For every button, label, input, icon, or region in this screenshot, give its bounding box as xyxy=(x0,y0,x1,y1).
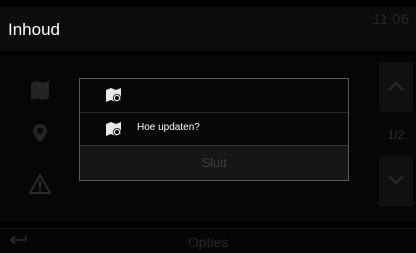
chevron-down-icon xyxy=(388,175,404,185)
footer-bar: Opties xyxy=(0,228,416,253)
chevron-up-icon xyxy=(388,81,404,91)
page-title: Inhoud xyxy=(8,20,60,39)
page-indicator: 1/2 xyxy=(387,128,405,142)
pin-icon[interactable] xyxy=(27,120,53,146)
scroll-column: 1/2 xyxy=(379,62,413,206)
dialog-item-update[interactable] xyxy=(80,79,348,112)
map-icon[interactable] xyxy=(27,77,53,103)
map-update-icon xyxy=(106,88,121,102)
divider xyxy=(0,228,416,229)
dialog-item-label: Hoe updaten? xyxy=(137,122,200,133)
header-bar xyxy=(0,7,416,51)
clock: 11 06 xyxy=(372,11,409,28)
screen: Inhoud 11 06 1/2 Hoe updaten? Sluit Opti… xyxy=(0,0,416,253)
update-dialog: Hoe updaten? Sluit xyxy=(79,78,349,181)
options-button[interactable]: Opties xyxy=(0,234,416,250)
dialog-item-how-to-update[interactable]: Hoe updaten? xyxy=(80,113,348,146)
scroll-down-button[interactable] xyxy=(379,156,413,206)
map-update-icon xyxy=(106,122,121,136)
close-button[interactable]: Sluit xyxy=(80,145,348,180)
scroll-up-button[interactable] xyxy=(379,62,413,112)
warning-icon[interactable] xyxy=(27,171,53,197)
